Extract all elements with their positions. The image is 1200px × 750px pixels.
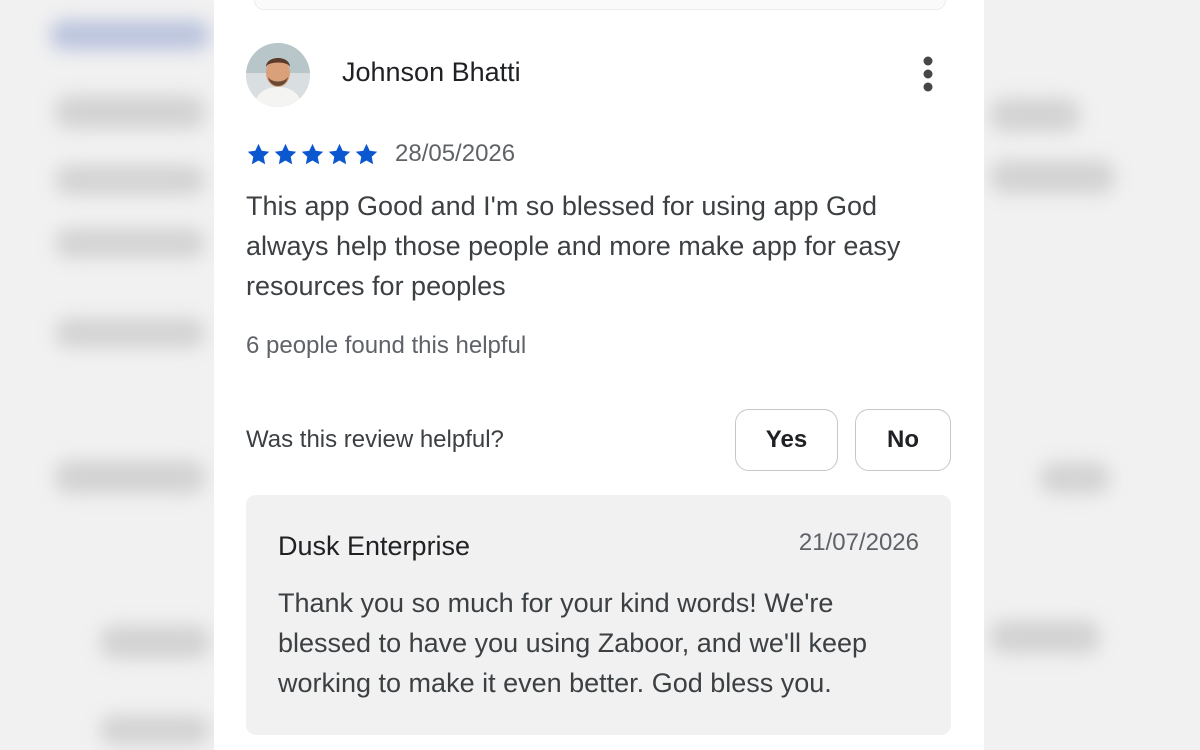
previous-card-edge	[254, 0, 946, 10]
yes-button[interactable]: Yes	[735, 409, 838, 471]
reply-text: Thank you so much for your kind words! W…	[278, 588, 868, 698]
review-text: This app Good and I'm so blessed for usi…	[246, 191, 901, 301]
helpful-question: Was this review helpful?	[246, 426, 504, 453]
more-options-button[interactable]	[908, 54, 948, 94]
blurred-shape	[55, 95, 205, 129]
helpful-count: 6 people found this helpful	[246, 332, 527, 359]
blurred-shape	[100, 625, 210, 659]
star-icon	[274, 143, 297, 165]
blurred-shape	[100, 715, 210, 745]
reviewer-name: Johnson Bhatti	[342, 57, 521, 87]
review-card: Johnson Bhatti 28/05/2026 This app Good …	[214, 0, 984, 750]
avatar-image	[246, 43, 310, 107]
review-date: 28/05/2026	[395, 140, 516, 167]
star-icon	[328, 143, 351, 165]
star-icon	[247, 143, 270, 165]
star-icon	[301, 143, 324, 165]
developer-name: Dusk Enterprise	[278, 531, 471, 561]
blurred-shape	[50, 20, 210, 50]
star-rating	[246, 142, 379, 167]
star-icon	[355, 143, 378, 165]
blurred-shape	[1040, 462, 1110, 494]
blurred-shape	[55, 165, 205, 195]
no-button[interactable]: No	[855, 409, 951, 471]
blurred-shape	[990, 160, 1115, 194]
reply-date: 21/07/2026	[798, 529, 919, 556]
blurred-shape	[55, 228, 205, 258]
blurred-shape	[990, 620, 1100, 654]
developer-reply: Dusk Enterprise 21/07/2026 Thank you so …	[246, 495, 951, 735]
avatar[interactable]	[246, 43, 310, 107]
blurred-shape	[990, 98, 1080, 132]
blurred-shape	[55, 460, 205, 494]
more-vert-icon	[923, 56, 933, 92]
blurred-shape	[55, 318, 205, 348]
